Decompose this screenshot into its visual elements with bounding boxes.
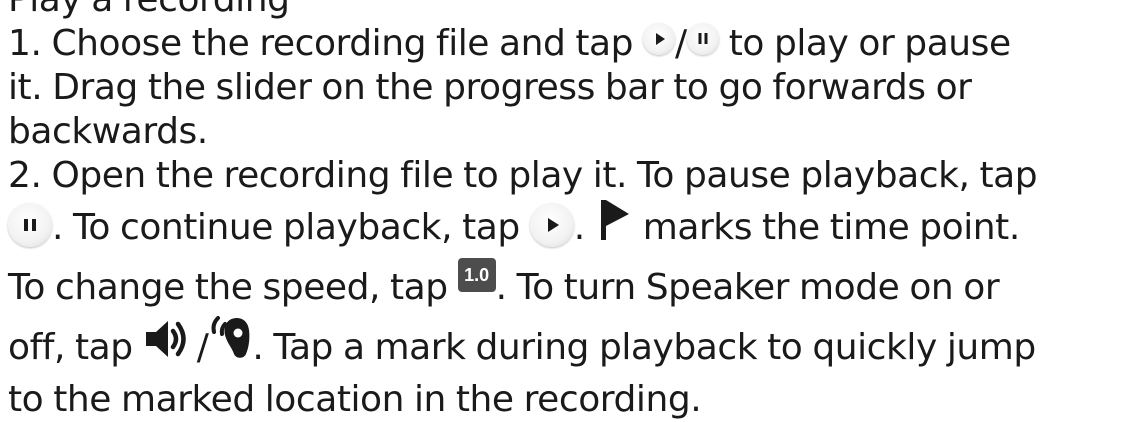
help-document: Play a recording 1. Choose the recording… [8, 0, 1138, 422]
step2-line2: . To continue playback, tap . marks the … [8, 198, 1138, 258]
step2-line4: off, tap / . Tap a mark during playback t… [8, 316, 1138, 378]
step2-text-after-play: . [573, 207, 595, 248]
step1-line3: backwards. [8, 111, 208, 152]
step2-text-after-flag: marks the time point. [632, 207, 1021, 248]
play-button-icon [529, 203, 574, 247]
step2-line1: 2. Open the recording file to play it. T… [8, 155, 1038, 196]
speaker-mode-icon [143, 317, 197, 361]
step2-line3: To change the speed, tap 1.0. To turn Sp… [8, 258, 1138, 318]
step1-line1: 1. Choose the recording file and tap / t… [8, 22, 1138, 66]
step1-text-after: to play or pause [718, 23, 1011, 64]
step1-line2: it. Drag the slider on the progress bar … [8, 67, 972, 108]
speed-text-before: To change the speed, tap [8, 267, 458, 308]
playback-speed-icon: 1.0 [457, 258, 496, 292]
earpiece-mode-icon [208, 314, 252, 360]
play-button-icon [643, 23, 676, 55]
pause-button-icon [8, 203, 52, 247]
speed-text-after: . To turn Speaker mode on or [495, 267, 1000, 308]
slash-separator: / [675, 23, 687, 64]
step2-last-line: to the marked location in the recording. [8, 379, 702, 420]
step1-text-before: 1. Choose the recording file and tap [8, 23, 644, 64]
speaker-text-after: . Tap a mark during playback to quickly … [252, 327, 1036, 368]
speaker-slash: / [196, 327, 209, 368]
speaker-text-before: off, tap [8, 327, 143, 368]
mark-flag-icon [595, 196, 633, 242]
step2-text-after-pause: . To continue playback, tap [52, 207, 530, 248]
pause-button-icon [686, 23, 719, 55]
heading-partial: Play a recording [8, 0, 1138, 22]
